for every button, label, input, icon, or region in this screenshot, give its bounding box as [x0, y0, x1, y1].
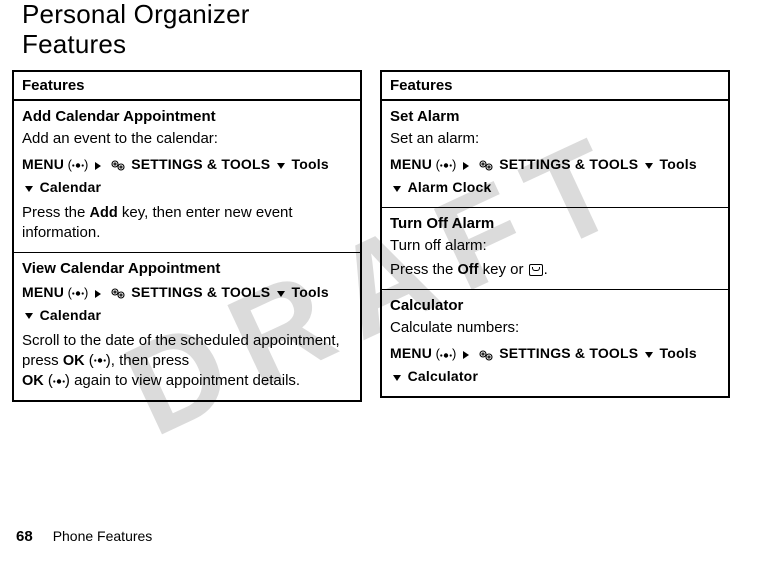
- note-text: key or: [478, 261, 527, 278]
- center-key-icon: [53, 377, 65, 386]
- table-header: Features: [381, 71, 729, 100]
- center-key-icon: [94, 356, 106, 365]
- left-column: Features Add Calendar Appointment Add an…: [12, 70, 362, 402]
- footer-title: Phone Features: [53, 528, 153, 544]
- center-key-icon: [72, 289, 84, 298]
- page-number: 68: [16, 528, 33, 545]
- key-name: Off: [458, 262, 479, 278]
- nav-settings: SETTINGS & TOOLS: [131, 156, 270, 172]
- note-text: again to view appointment details.: [70, 372, 300, 389]
- gear-icon: [110, 287, 126, 300]
- features-table-left: Features Add Calendar Appointment Add an…: [12, 70, 362, 402]
- arrow-down-icon: [277, 291, 285, 297]
- nav-path: MENU () SETTINGS & TOOLS Tools Calendar: [22, 157, 329, 195]
- key-name: Add: [90, 205, 118, 221]
- row-note: Scroll to the date of the scheduled appo…: [22, 331, 352, 392]
- arrow-down-icon: [25, 186, 33, 192]
- row-desc: Calculate numbers:: [390, 318, 720, 338]
- nav-leaf: Calendar: [40, 307, 102, 323]
- nav-tools: Tools: [292, 156, 329, 172]
- table-header: Features: [13, 71, 361, 100]
- row-desc: Set an alarm:: [390, 129, 720, 149]
- note-text: Press the: [22, 204, 90, 221]
- key-name: OK: [63, 353, 85, 369]
- table-row: View Calendar Appointment MENU () SETTIN…: [13, 252, 361, 401]
- key-name: OK: [22, 373, 44, 389]
- note-text: Press the: [390, 261, 458, 278]
- nav-leaf: Calculator: [408, 368, 478, 384]
- nav-path: MENU () SETTINGS & TOOLS Tools Calculato…: [390, 346, 697, 384]
- nav-settings: SETTINGS & TOOLS: [131, 284, 270, 300]
- nav-settings: SETTINGS & TOOLS: [499, 156, 638, 172]
- right-column: Features Set Alarm Set an alarm: MENU ()…: [380, 70, 730, 398]
- arrow-right-icon: [95, 162, 101, 170]
- paren-close: ): [84, 157, 88, 172]
- row-desc: Add an event to the calendar:: [22, 129, 352, 149]
- row-note: Press the Off key or .: [390, 260, 720, 281]
- row-title: Calculator: [390, 296, 720, 316]
- arrow-down-icon: [645, 163, 653, 169]
- gear-icon: [478, 159, 494, 172]
- nav-path: MENU () SETTINGS & TOOLS Tools Calendar: [22, 285, 329, 323]
- nav-menu: MENU: [390, 156, 432, 172]
- nav-settings: SETTINGS & TOOLS: [499, 345, 638, 361]
- end-key-icon: [529, 264, 543, 276]
- center-key-icon: [440, 161, 452, 170]
- paren-close: ): [84, 285, 88, 300]
- row-title: Set Alarm: [390, 107, 720, 127]
- note-text: , then press: [111, 352, 189, 369]
- arrow-down-icon: [393, 186, 401, 192]
- center-key-icon: [440, 351, 452, 360]
- features-table-right: Features Set Alarm Set an alarm: MENU ()…: [380, 70, 730, 398]
- nav-path: MENU () SETTINGS & TOOLS Tools Alarm Clo…: [390, 157, 697, 195]
- paren-close: ): [452, 157, 456, 172]
- table-row: Set Alarm Set an alarm: MENU () SETTINGS…: [381, 100, 729, 208]
- section-title: Personal Organizer Features: [22, 0, 342, 60]
- nav-tools: Tools: [660, 156, 697, 172]
- note-text: .: [544, 261, 548, 278]
- nav-menu: MENU: [22, 284, 64, 300]
- arrow-right-icon: [95, 290, 101, 298]
- arrow-down-icon: [25, 313, 33, 319]
- arrow-right-icon: [463, 162, 469, 170]
- arrow-right-icon: [463, 351, 469, 359]
- table-row: Turn Off Alarm Turn off alarm: Press the…: [381, 207, 729, 289]
- gear-icon: [110, 159, 126, 172]
- nav-leaf: Calendar: [40, 179, 102, 195]
- nav-menu: MENU: [390, 345, 432, 361]
- nav-tools: Tools: [660, 345, 697, 361]
- nav-menu: MENU: [22, 156, 64, 172]
- table-row: Calculator Calculate numbers: MENU () SE…: [381, 289, 729, 397]
- table-row: Add Calendar Appointment Add an event to…: [13, 100, 361, 252]
- arrow-down-icon: [393, 375, 401, 381]
- row-desc: Turn off alarm:: [390, 236, 720, 256]
- row-title: Add Calendar Appointment: [22, 107, 352, 127]
- page: Personal Organizer Features Features Add…: [0, 0, 759, 565]
- row-title: View Calendar Appointment: [22, 259, 352, 279]
- row-note: Press the Add key, then enter new event …: [22, 203, 352, 244]
- footer: 68 Phone Features: [16, 528, 152, 545]
- nav-leaf: Alarm Clock: [408, 179, 492, 195]
- arrow-down-icon: [645, 352, 653, 358]
- arrow-down-icon: [277, 163, 285, 169]
- gear-icon: [478, 349, 494, 362]
- nav-tools: Tools: [292, 284, 329, 300]
- center-key-icon: [72, 161, 84, 170]
- paren-close: ): [452, 346, 456, 361]
- row-title: Turn Off Alarm: [390, 214, 720, 234]
